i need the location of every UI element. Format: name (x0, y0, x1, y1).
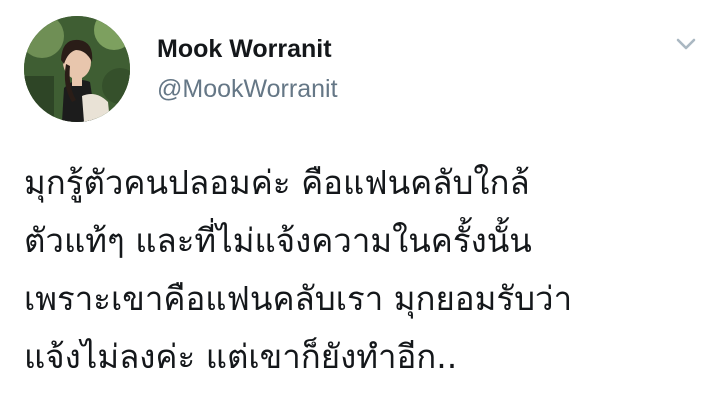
tweet-text-line: แจ้งไม่ลงค่ะ แต่เขาก็ยังทำอีก.. (24, 337, 458, 376)
tweet-text-line: ตัวแท้ๆ และที่ไม่แจ้งความในครั้งนั้น (24, 221, 532, 260)
profile-photo-icon (24, 16, 130, 122)
tweet-text-line: มุกรู้ตัวคนปลอมค่ะ คือแฟนคลับใกล้ (24, 163, 530, 202)
tweet-text-line: เพราะเขาคือแฟนคลับเรา มุกยอมรับว่า (24, 279, 573, 318)
avatar[interactable] (24, 16, 130, 122)
author-handle[interactable]: @MookWorranit (157, 74, 338, 104)
author-display-name[interactable]: Mook Worranit (157, 34, 332, 64)
tweet-text: มุกรู้ตัวคนปลอมค่ะ คือแฟนคลับใกล้ ตัวแท้… (24, 154, 704, 386)
tweet-card: Mook Worranit @MookWorranit มุกรู้ตัวคนป… (0, 0, 720, 417)
chevron-down-icon[interactable] (674, 34, 698, 54)
